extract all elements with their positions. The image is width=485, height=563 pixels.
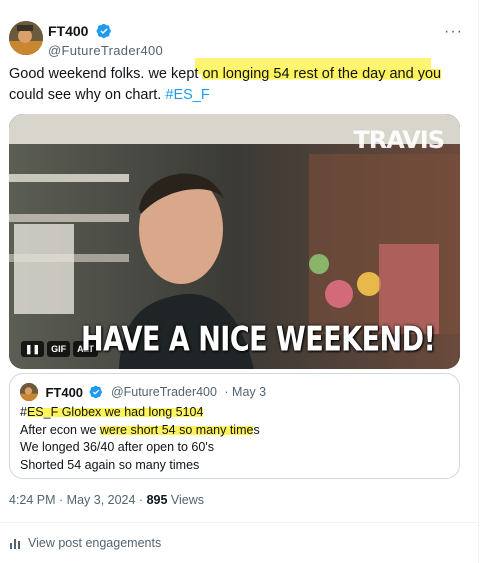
quote-date[interactable]: · May 3 [224,385,266,399]
quote-display-name[interactable]: FT400 [45,385,83,400]
pause-icon[interactable]: ❚❚ [21,341,45,357]
bar-chart-icon [10,539,20,549]
quote-line-1-highlight: ES_F Globex we had long 5104 [26,405,204,419]
quote-hash-prefix: # [20,405,27,419]
quote-line-2-end: s [253,422,260,437]
handle[interactable]: @FutureTrader400 [48,43,163,58]
tweet-text-end: could see why on chart. [9,87,166,103]
tweet-text: Good weekend folks. we kept on longing 5… [9,64,459,106]
hashtag-link[interactable]: #ES_F [165,87,209,103]
quote-line-2: After econ we were short 54 so many time… [20,422,260,440]
timestamp-link[interactable]: 4:24 PM · May 3, 2024 · [9,493,147,507]
engagements-label: View post engagements [28,536,162,550]
tweet-header: FT400 @FutureTrader400 ··· [9,19,469,59]
quote-handle[interactable]: @FutureTrader400 [111,385,217,399]
views-label: Views [167,493,205,507]
view-engagements-link[interactable]: View post engagements [9,536,161,550]
tweet-text-highlight: on longing 54 rest of the day and you [202,66,442,82]
quoted-tweet[interactable]: FT400 @FutureTrader400 · May 3 #ES_F Glo… [9,373,460,479]
gif-caption: HAVE A NICE WEEKEND! [81,320,436,359]
quote-text: #ES_F Globex we had long 5104 After econ… [20,404,260,474]
verified-badge-icon[interactable] [96,23,112,39]
quote-verified-badge-icon [89,385,103,399]
tweet-text-start: Good weekend folks. we kept [9,66,203,82]
avatar[interactable] [9,21,43,55]
quote-avatar[interactable] [20,383,38,401]
views-count: 895 [146,493,168,507]
quote-line-2-start: After econ we [20,422,100,437]
right-border [478,0,479,563]
more-dots-icon[interactable]: ··· [444,23,463,41]
brand-logo: TRAVIS [353,126,445,154]
gif-media[interactable]: TRAVIS ❚❚ GIF ALT HAVE A NICE WEEKEND! [9,114,460,369]
quote-line-3: We longed 36/40 after open to 60's [20,440,214,454]
divider [0,522,478,523]
quote-line-2-highlight: were short 54 so many time [99,422,254,437]
avatar-image [9,21,43,55]
gif-badge: GIF [47,341,71,357]
quote-line-4: Shorted 54 again so many times [20,457,200,472]
post-timestamp: 4:24 PM · May 3, 2024 · 895 Views [9,493,204,507]
quote-line-1: #ES_F Globex we had long 5104 [20,404,260,422]
quote-avatar-image [20,383,38,401]
display-name[interactable]: FT400 [48,23,88,39]
